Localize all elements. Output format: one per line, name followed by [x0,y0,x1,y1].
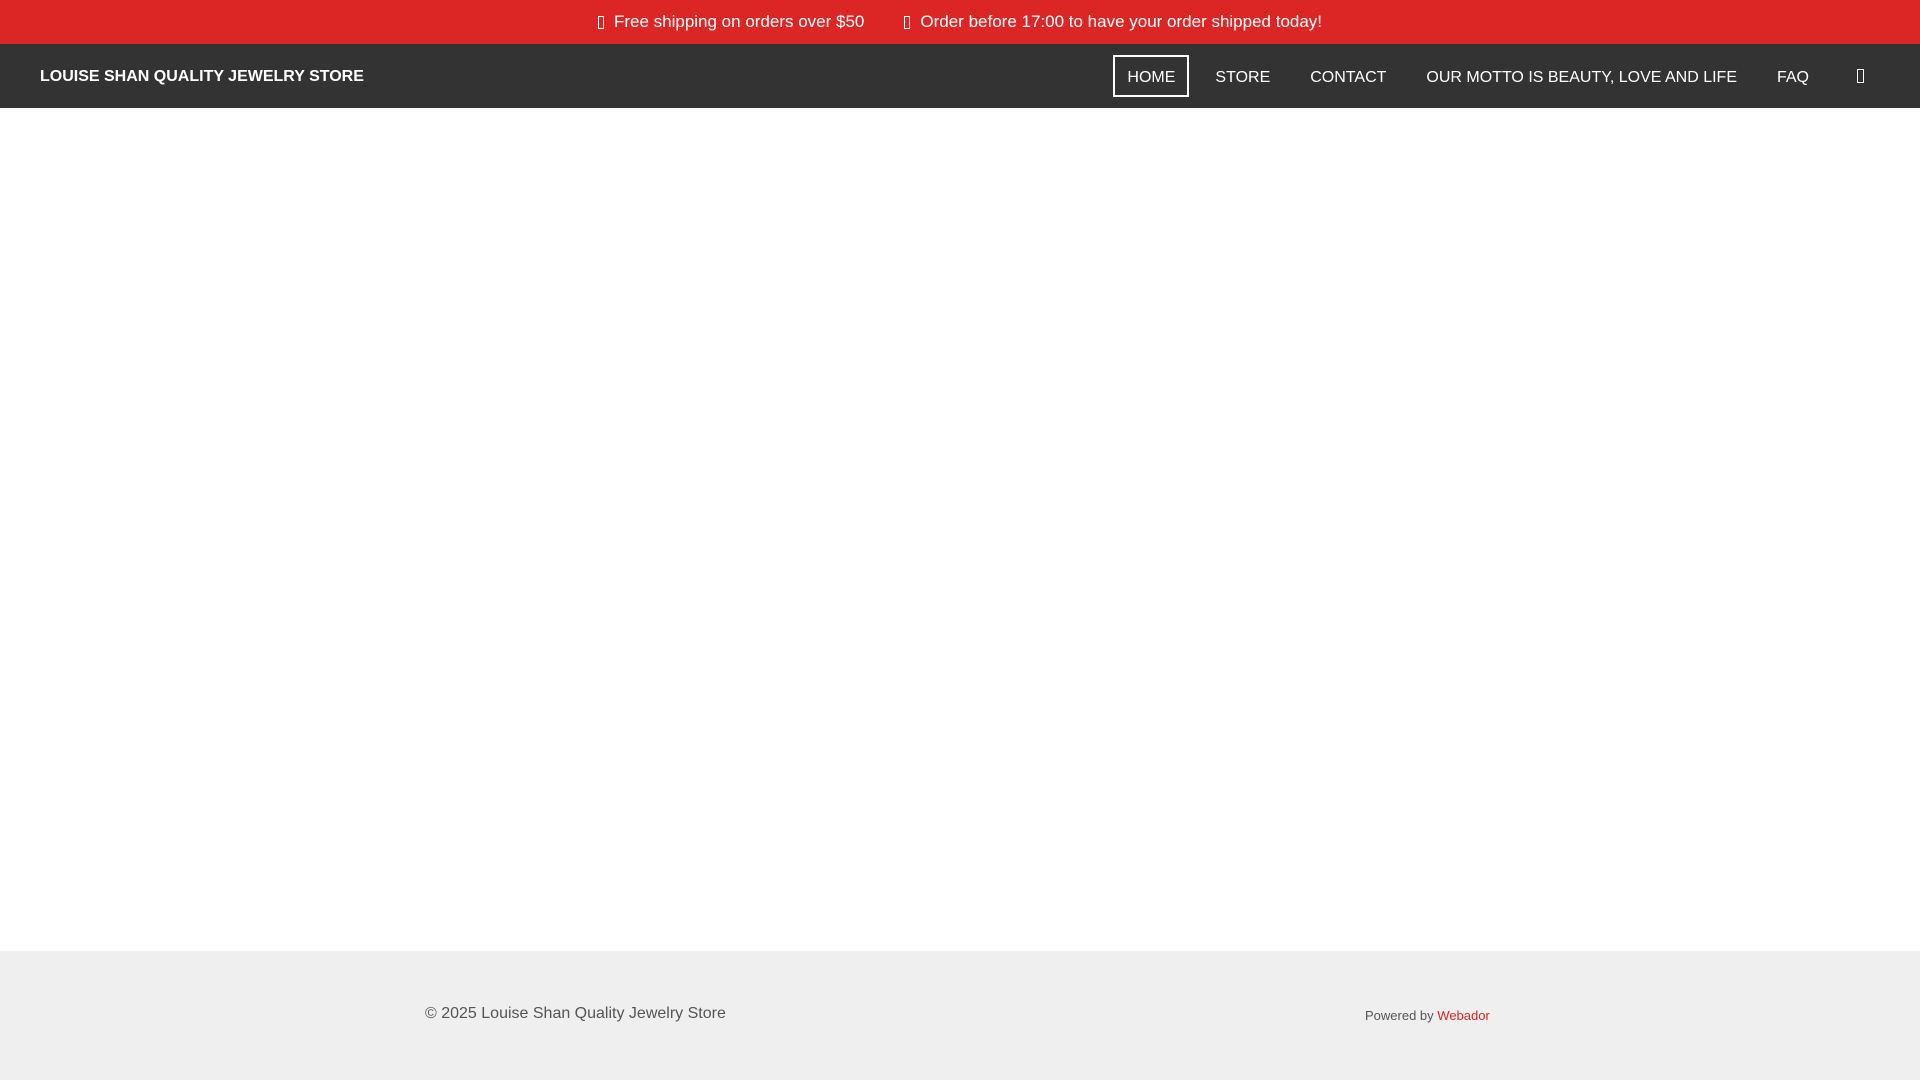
main-menu: HOME STORE CONTACT OUR MOTTO IS BEAUTY, … [1113,55,1920,97]
site-header: LOUISE SHAN QUALITY JEWELRY STORE HOME S… [0,44,1920,108]
nav-contact[interactable]: CONTACT [1296,55,1400,97]
cart-icon[interactable] [1857,69,1864,83]
footer: © 2025 Louise Shan Quality Jewelry Store… [0,951,1920,1080]
announcement-bar: Free shipping on orders over $50 Order b… [0,0,1920,44]
announcement-text: Free shipping on orders over $50 [613,12,865,31]
nav-store[interactable]: STORE [1201,55,1284,97]
site-logo[interactable]: LOUISE SHAN QUALITY JEWELRY STORE [40,68,364,86]
announcement-order-time: Order before 17:00 to have your order sh… [904,12,1322,32]
announcement-shipping: Free shipping on orders over $50 [597,12,865,32]
powered-by-label: Powered by [1365,1008,1434,1023]
announcement-text: Order before 17:00 to have your order sh… [920,12,1323,31]
clock-icon [904,15,911,29]
copyright: © 2025 Louise Shan Quality Jewelry Store [425,1005,726,1022]
nav-home[interactable]: HOME [1113,55,1190,97]
powered-by: Powered by Webador [1365,1008,1490,1023]
nav-faq[interactable]: FAQ [1763,55,1823,97]
nav-motto[interactable]: OUR MOTTO IS BEAUTY, LOVE AND LIFE [1412,55,1751,97]
check-icon [597,15,604,29]
webador-link[interactable]: Webador [1437,1008,1490,1023]
